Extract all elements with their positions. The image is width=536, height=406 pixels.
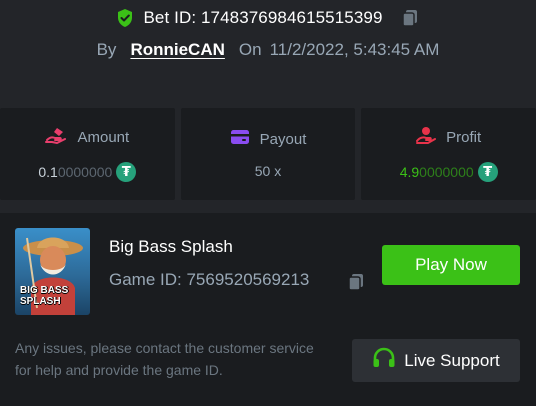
game-name[interactable]: Big Bass Splash [109,237,233,257]
stat-profit: Profit 4.90000000 ₮ [361,108,536,200]
bet-header: Bet ID: 1748376984615515399 By RonnieCAN… [0,0,536,92]
bet-stats: Amount 0.10000000 ₮ Payout 50 x Profit 4… [0,108,536,200]
thumbnail-title: BIG BASS SPLASH [20,285,69,307]
amount-value-trailing: 0000000 [57,164,113,180]
amount-label: Amount [77,128,130,146]
profit-value-main: 4.9 [399,164,420,180]
copy-bet-id-button[interactable] [399,7,421,29]
game-thumbnail[interactable]: BIG BASS SPLASH [15,228,90,315]
copy-game-id-button[interactable] [345,271,367,293]
game-card: BIG BASS SPLASH Big Bass Splash Game ID:… [0,213,536,406]
live-support-label: Live Support [404,350,500,370]
profit-icon [416,126,437,148]
on-label: On [238,40,262,59]
wallet-icon [230,129,250,149]
shield-check-icon [115,8,135,28]
by-label: By [96,40,117,59]
headset-icon [372,347,396,374]
live-support-button[interactable]: Live Support [352,339,520,382]
bet-byline: By RonnieCAN On 11/2/2022, 5:43:45 AM [0,38,536,62]
amount-icon [45,126,67,148]
bet-id-row: Bet ID: 1748376984615515399 [0,6,536,30]
profit-label: Profit [446,128,482,146]
profit-value-trailing: 0000000 [419,164,474,180]
username-link[interactable]: RonnieCAN [130,40,224,60]
profit-value: 4.90000000 ₮ [400,162,498,182]
tether-icon: ₮ [477,162,498,182]
stat-amount: Amount 0.10000000 ₮ [0,108,175,200]
payout-value: 50 x [254,163,282,179]
game-id: Game ID: 7569520569213 [109,270,310,289]
support-hint: Any issues, please contact the customer … [15,340,314,378]
payout-label: Payout [259,130,307,148]
stat-payout: Payout 50 x [180,108,356,200]
bet-timestamp: 11/2/2022, 5:43:45 AM [269,40,440,59]
amount-value-main: 0.1 [38,164,58,180]
amount-value: 0.10000000 ₮ [38,162,137,182]
copy-icon [348,274,363,291]
play-now-button[interactable]: Play Now [382,245,520,285]
bet-id: Bet ID: 1748376984615515399 [143,8,383,27]
tether-icon: ₮ [116,162,137,182]
copy-icon [401,10,417,27]
